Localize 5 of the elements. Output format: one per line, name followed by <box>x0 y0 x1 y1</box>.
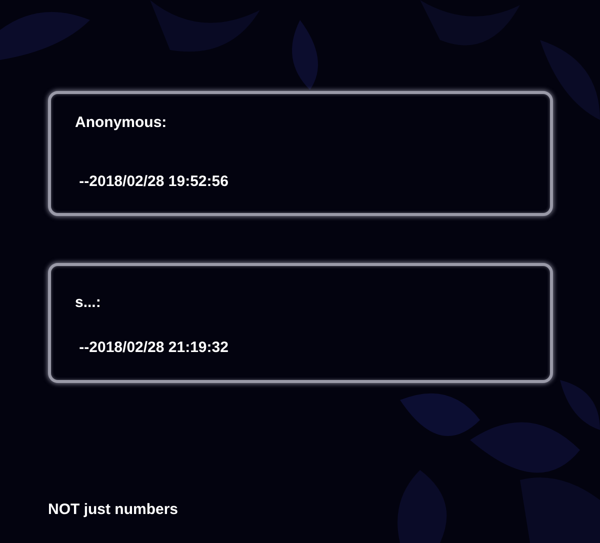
comment-timestamp: --2018/02/28 21:19:32 <box>78 339 228 356</box>
comment-author: Anonymous: <box>75 114 167 131</box>
footer-tagline: NOT just numbers <box>48 501 178 518</box>
comment-author: s...: <box>75 294 101 311</box>
comment-timestamp: --2018/02/28 19:52:56 <box>78 173 228 190</box>
